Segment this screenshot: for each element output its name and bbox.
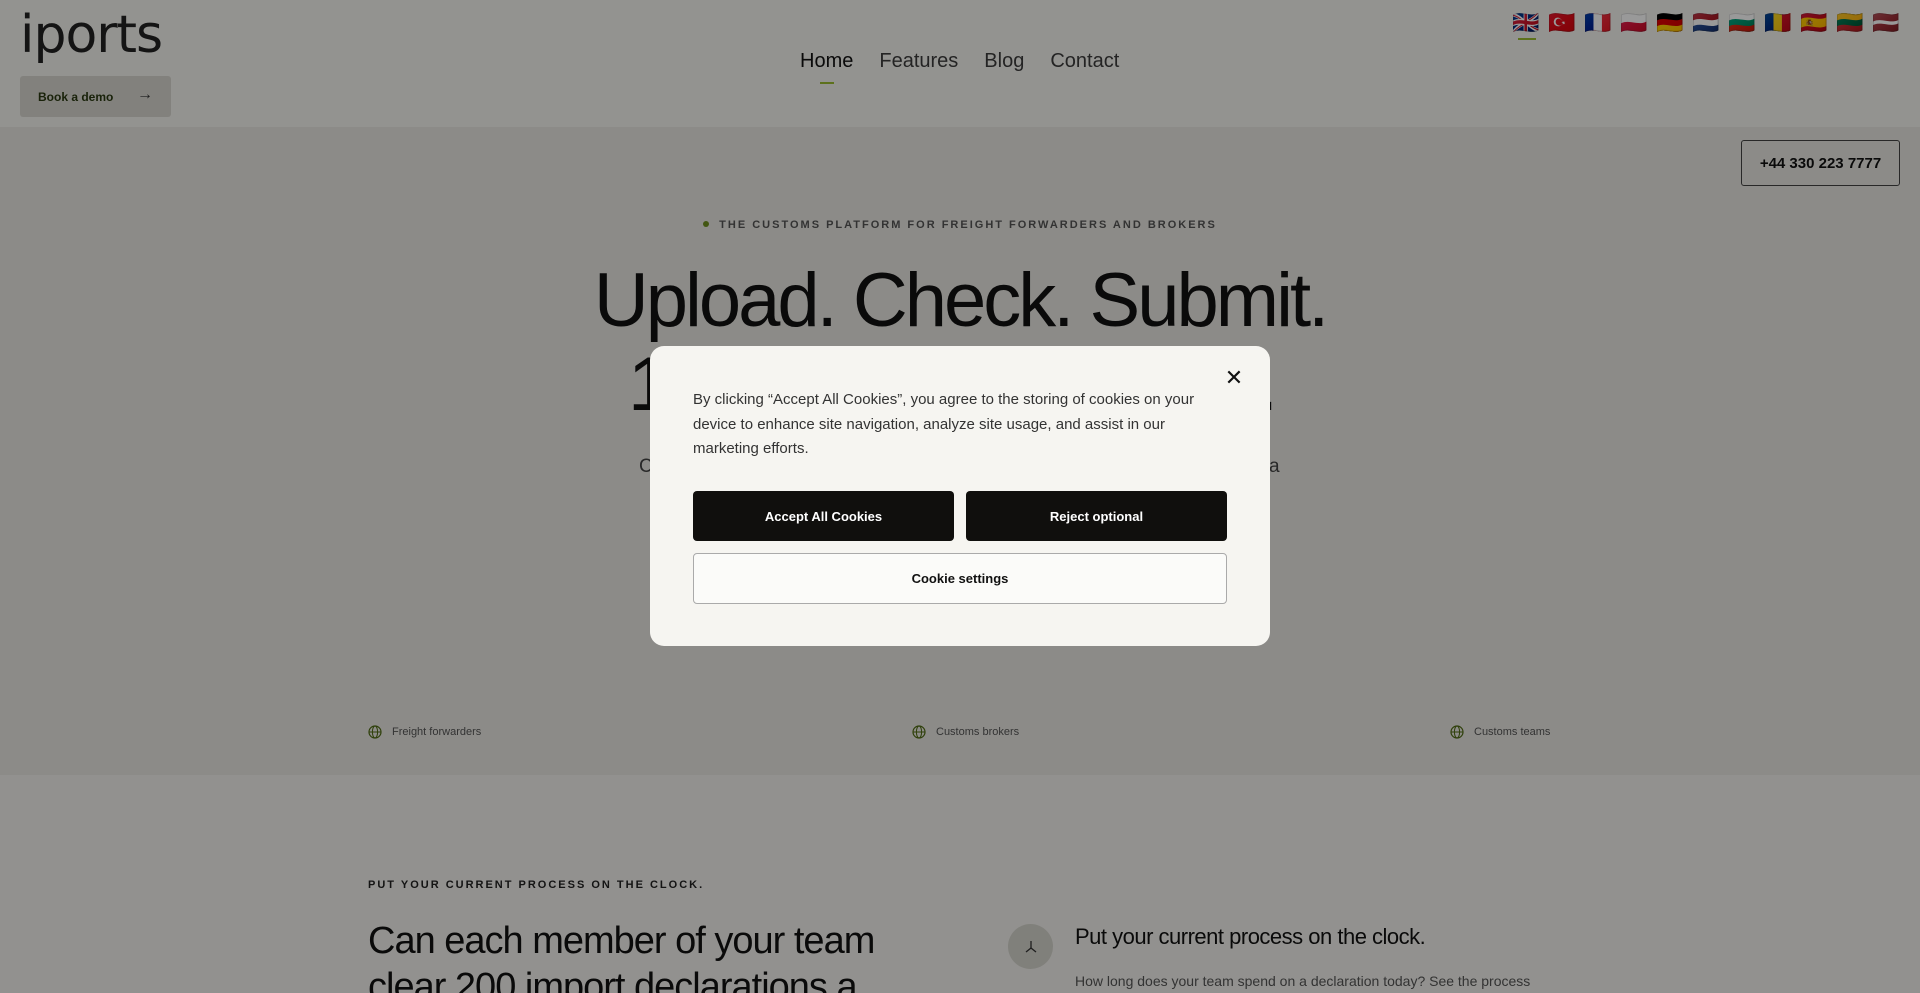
cookie-consent-modal: ✕ By clicking “Accept All Cookies”, you … bbox=[650, 346, 1270, 646]
cookie-consent-text: By clicking “Accept All Cookies”, you ag… bbox=[693, 391, 1195, 457]
close-icon[interactable]: ✕ bbox=[1222, 366, 1246, 390]
accept-all-cookies-button[interactable]: Accept All Cookies bbox=[693, 491, 954, 541]
reject-optional-button[interactable]: Reject optional bbox=[966, 491, 1227, 541]
cookie-settings-button[interactable]: Cookie settings bbox=[693, 553, 1227, 604]
